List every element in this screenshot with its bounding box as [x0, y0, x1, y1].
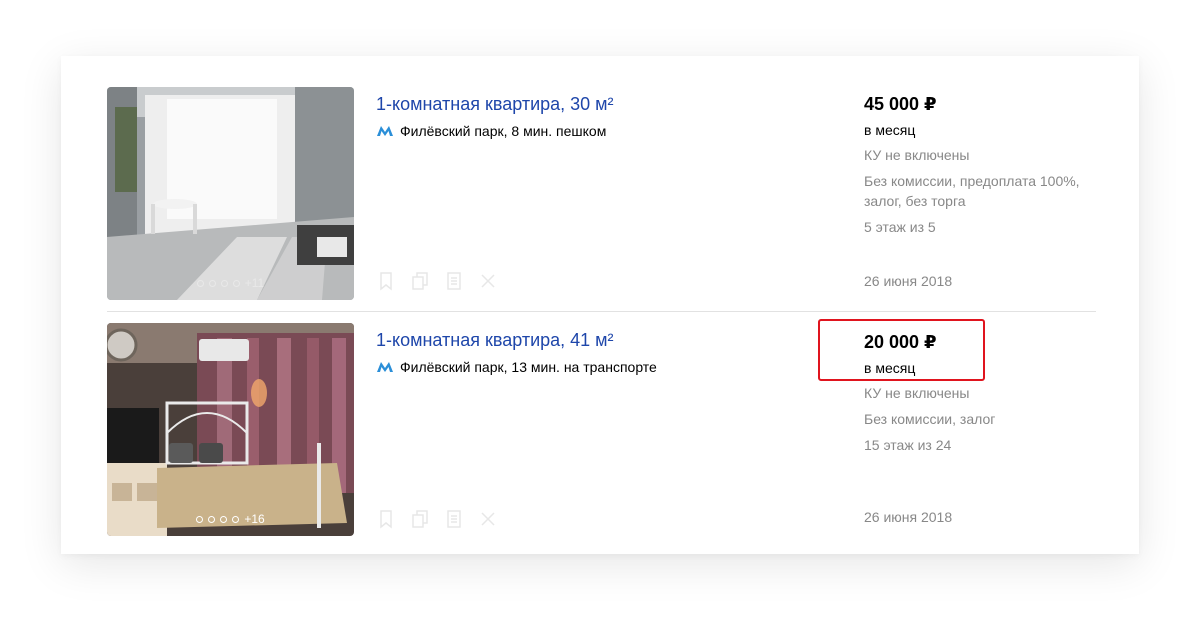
photo-pagination[interactable]: +11 [107, 276, 354, 290]
listing-actions [376, 271, 498, 291]
price-block: 45 000 ₽ в месяц КУ не включены Без коми… [864, 92, 1104, 237]
price-period: в месяц [864, 122, 916, 138]
metro-icon [377, 126, 393, 136]
pagination-dot[interactable] [220, 515, 228, 523]
pagination-dot[interactable] [232, 515, 240, 523]
publish-date: 26 июня 2018 [864, 509, 953, 525]
deal-terms: Без комиссии, залог [864, 411, 996, 427]
price: 20 000 ₽ [864, 332, 937, 352]
floor-info: 5 этаж из 5 [864, 219, 936, 235]
photo-more-count: +11 [244, 276, 265, 290]
publish-date: 26 июня 2018 [864, 273, 953, 289]
listing-title-link[interactable]: 1-комнатная квартира, 30 м² [376, 94, 614, 115]
compare-icon[interactable] [410, 271, 430, 291]
metro-label: Филёвский парк, 8 мин. пешком [400, 123, 607, 139]
pagination-dot[interactable] [208, 515, 216, 523]
hide-icon[interactable] [478, 509, 498, 529]
pagination-dot[interactable] [196, 515, 204, 523]
price-block: 20 000 ₽ в месяц КУ не включены Без коми… [864, 330, 1104, 455]
listing-item[interactable]: +11 1-комнатная квартира, 30 м² Филёвски… [61, 56, 1139, 312]
listing-photo[interactable]: +11 [107, 87, 354, 300]
compare-icon[interactable] [410, 509, 430, 529]
note-icon[interactable] [444, 509, 464, 529]
utilities-info: КУ не включены [864, 385, 970, 401]
search-results-card: +11 1-комнатная квартира, 30 м² Филёвски… [61, 56, 1139, 554]
listing-title-link[interactable]: 1-комнатная квартира, 41 м² [376, 330, 614, 351]
photo-more-count: +16 [244, 512, 265, 526]
note-icon[interactable] [444, 271, 464, 291]
floor-info: 15 этаж из 24 [864, 437, 952, 453]
photo-pagination[interactable]: +16 [107, 512, 354, 526]
pagination-dot[interactable] [196, 279, 204, 287]
pagination-dot[interactable] [232, 279, 240, 287]
deal-terms: Без комиссии, предоплата 100%, залог, бе… [864, 173, 1080, 209]
metro-icon [377, 362, 393, 372]
hide-icon[interactable] [478, 271, 498, 291]
metro-station: Филёвский парк, 8 мин. пешком [377, 123, 606, 139]
pagination-dot[interactable] [208, 279, 216, 287]
listing-item[interactable]: +16 1-комнатная квартира, 41 м² Филёвски… [61, 312, 1139, 554]
price-period: в месяц [864, 360, 916, 376]
metro-station: Филёвский парк, 13 мин. на транспорте [377, 359, 657, 375]
price: 45 000 ₽ [864, 94, 937, 114]
bookmark-icon[interactable] [376, 509, 396, 529]
metro-label: Филёвский парк, 13 мин. на транспорте [400, 359, 657, 375]
listing-actions [376, 509, 498, 529]
pagination-dot[interactable] [220, 279, 228, 287]
listing-photo[interactable]: +16 [107, 323, 354, 536]
utilities-info: КУ не включены [864, 147, 970, 163]
bookmark-icon[interactable] [376, 271, 396, 291]
